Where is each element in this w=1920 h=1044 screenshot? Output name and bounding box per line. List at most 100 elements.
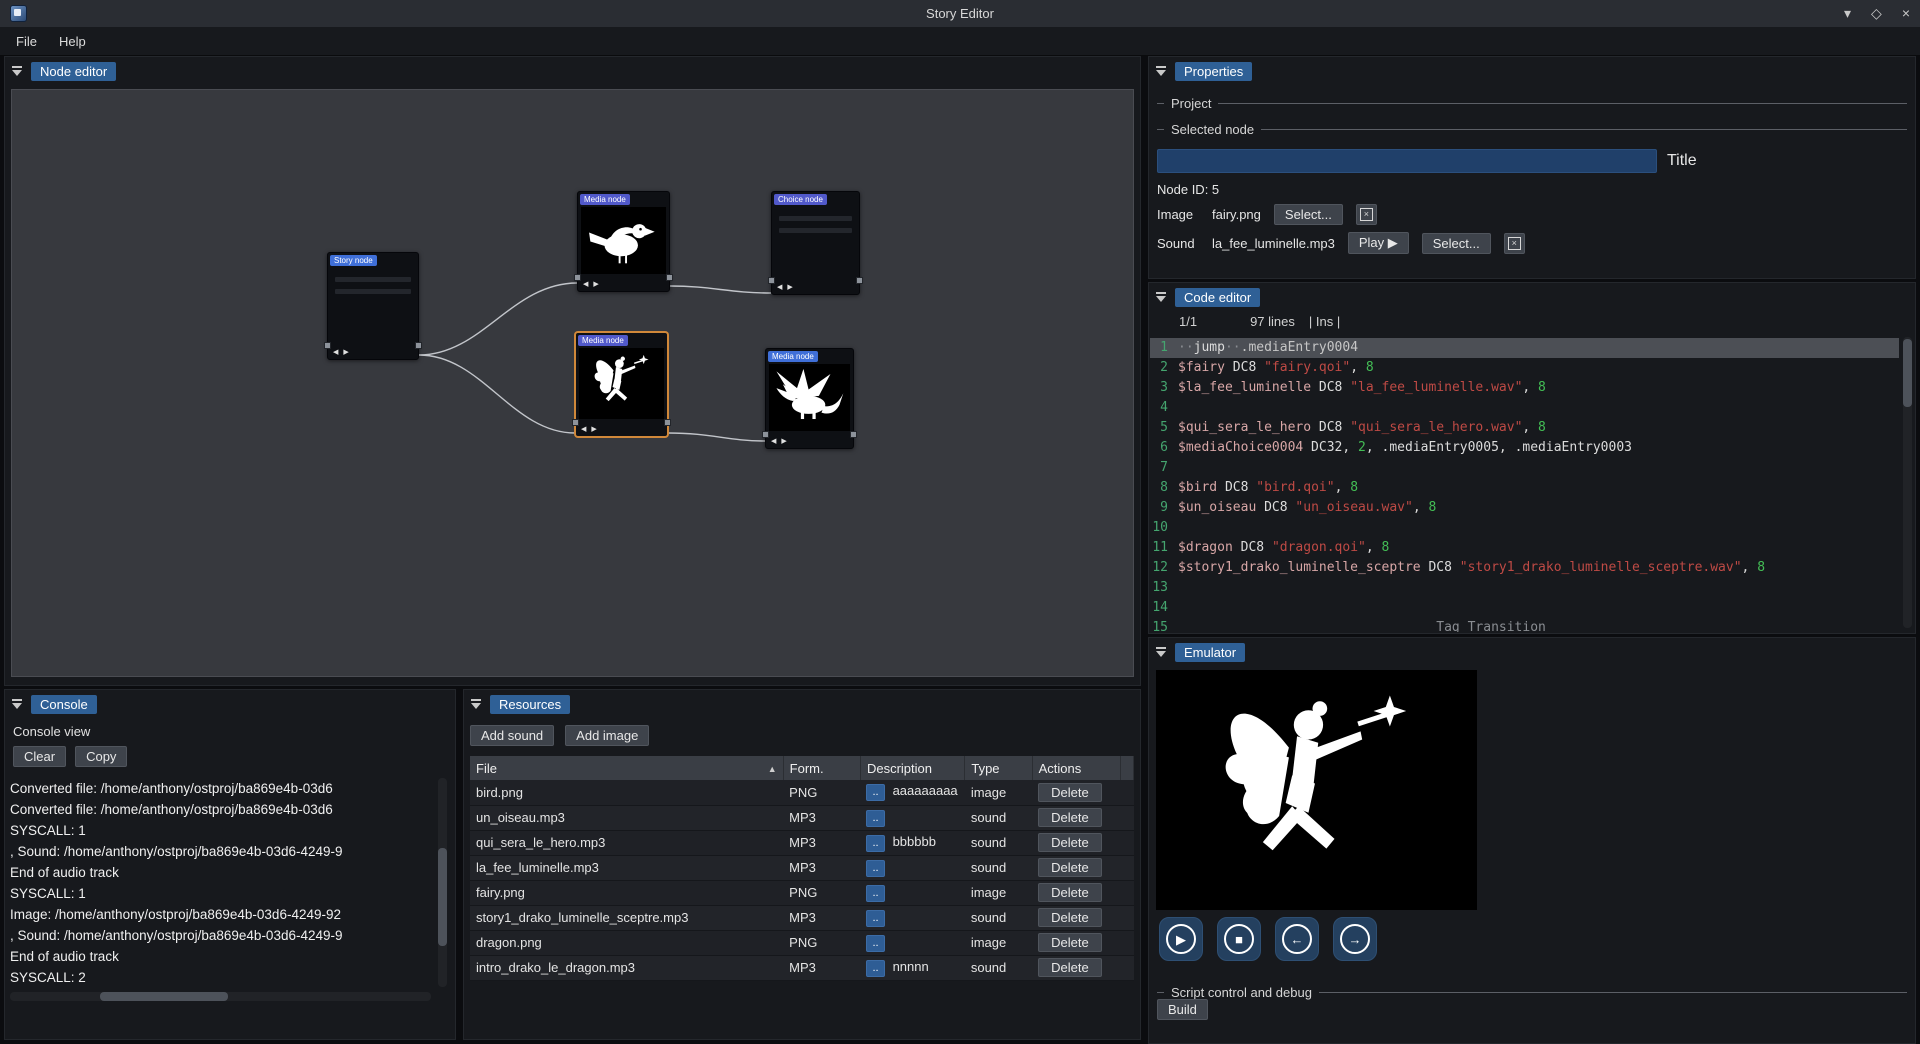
output-port[interactable] <box>415 342 422 349</box>
delete-button[interactable]: Delete <box>1038 958 1102 977</box>
code-line[interactable]: 10 <box>1150 518 1899 538</box>
code-lines[interactable]: 1··jump··.mediaEntry00042$fairy DC8 "fai… <box>1150 335 1899 632</box>
delete-button[interactable]: Delete <box>1038 833 1102 852</box>
sound-play-button[interactable]: Play ▶ <box>1348 232 1409 254</box>
fairy-media-node[interactable]: Media node◀▶ <box>575 332 668 437</box>
menu-help[interactable]: Help <box>49 30 96 53</box>
edit-description-button[interactable]: .. <box>866 784 884 801</box>
column-header-format[interactable]: Form. <box>783 756 860 780</box>
node-next-icon[interactable]: ▶ <box>591 425 596 433</box>
console-vertical-scrollbar[interactable] <box>438 778 447 987</box>
input-port[interactable] <box>768 277 775 284</box>
column-header-actions[interactable]: Actions <box>1032 756 1120 780</box>
node-next-icon[interactable]: ▶ <box>593 280 598 288</box>
code-line[interactable]: 2$fairy DC8 "fairy.qoi", 8 <box>1150 358 1899 378</box>
input-port[interactable] <box>762 431 769 438</box>
input-port[interactable] <box>572 419 579 426</box>
delete-button[interactable]: Delete <box>1038 808 1102 827</box>
code-line[interactable]: 6$mediaChoice0004 DC32, 2, .mediaEntry00… <box>1150 438 1899 458</box>
sound-clear-button[interactable]: × <box>1504 233 1525 254</box>
maximize-icon[interactable]: ◇ <box>1871 0 1882 27</box>
clear-button[interactable]: Clear <box>13 746 66 767</box>
resource-row[interactable]: qui_sera_le_hero.mp3MP3..bbbbbbsoundDele… <box>470 830 1134 855</box>
edit-description-button[interactable]: .. <box>866 810 884 827</box>
code-line[interactable]: 7 <box>1150 458 1899 478</box>
code-line[interactable]: 4 <box>1150 398 1899 418</box>
delete-button[interactable]: Delete <box>1038 883 1102 902</box>
input-port[interactable] <box>324 342 331 349</box>
collapse-icon[interactable] <box>1155 66 1167 76</box>
edit-description-button[interactable]: .. <box>866 910 884 927</box>
collapse-icon[interactable] <box>1155 647 1167 657</box>
collapse-icon[interactable] <box>1155 292 1167 302</box>
resource-row[interactable]: fairy.pngPNG..imageDelete <box>470 880 1134 905</box>
node-prev-icon[interactable]: ◀ <box>771 437 776 445</box>
dragon-media-node[interactable]: Media node◀▶ <box>765 348 854 449</box>
node-next-icon[interactable]: ▶ <box>781 437 786 445</box>
output-port[interactable] <box>664 419 671 426</box>
add-sound-button[interactable]: Add sound <box>470 725 554 746</box>
edit-description-button[interactable]: .. <box>866 860 884 877</box>
code-line[interactable]: 12$story1_drako_luminelle_sceptre DC8 "s… <box>1150 558 1899 578</box>
image-clear-button[interactable]: × <box>1356 204 1377 225</box>
node-prev-icon[interactable]: ◀ <box>777 283 782 291</box>
image-select-button[interactable]: Select... <box>1274 204 1343 225</box>
code-line[interactable]: 13 <box>1150 578 1899 598</box>
play-button[interactable]: ▶ <box>1159 917 1203 961</box>
column-header-description[interactable]: Description <box>860 756 964 780</box>
add-image-button[interactable]: Add image <box>565 725 649 746</box>
step-forward-button[interactable]: → <box>1333 917 1377 961</box>
edit-description-button[interactable]: .. <box>866 885 884 902</box>
output-port[interactable] <box>850 431 857 438</box>
scrollbar-thumb[interactable] <box>1903 339 1912 407</box>
node-next-icon[interactable]: ▶ <box>343 348 348 356</box>
edit-description-button[interactable]: .. <box>866 835 884 852</box>
code-vertical-scrollbar[interactable] <box>1903 337 1912 628</box>
collapse-icon[interactable] <box>11 66 23 76</box>
column-header-type[interactable]: Type <box>965 756 1032 780</box>
resource-row[interactable]: un_oiseau.mp3MP3..soundDelete <box>470 805 1134 830</box>
bird-media-node[interactable]: Media node◀▶ <box>577 191 670 292</box>
console-horizontal-scrollbar[interactable] <box>10 992 431 1001</box>
code-line[interactable]: 14 <box>1150 598 1899 618</box>
node-next-icon[interactable]: ▶ <box>787 283 792 291</box>
edit-description-button[interactable]: .. <box>866 935 884 952</box>
output-port[interactable] <box>666 274 673 281</box>
node-prev-icon[interactable]: ◀ <box>583 280 588 288</box>
delete-button[interactable]: Delete <box>1038 858 1102 877</box>
choice-node[interactable]: Choice node◀▶ <box>771 191 860 295</box>
code-line[interactable]: 5$qui_sera_le_hero DC8 "qui_sera_le_hero… <box>1150 418 1899 438</box>
minimize-icon[interactable]: ▾ <box>1844 0 1851 27</box>
scrollbar-thumb[interactable] <box>438 848 447 946</box>
code-line[interactable]: 11$dragon DC8 "dragon.qoi", 8 <box>1150 538 1899 558</box>
menu-file[interactable]: File <box>6 30 47 53</box>
code-line[interactable]: 15 Tag Transition <box>1150 618 1899 632</box>
node-title-input[interactable] <box>1157 149 1657 173</box>
story-node[interactable]: Story node◀▶ <box>327 252 419 360</box>
resource-row[interactable]: story1_drako_luminelle_sceptre.mp3MP3..s… <box>470 905 1134 930</box>
resource-row[interactable]: dragon.pngPNG..imageDelete <box>470 930 1134 955</box>
code-line[interactable]: 8$bird DC8 "bird.qoi", 8 <box>1150 478 1899 498</box>
delete-button[interactable]: Delete <box>1038 783 1102 802</box>
node-prev-icon[interactable]: ◀ <box>581 425 586 433</box>
scrollbar-thumb[interactable] <box>100 992 228 1001</box>
collapse-icon[interactable] <box>470 699 482 709</box>
resource-row[interactable]: intro_drako_le_dragon.mp3MP3..nnnnnsound… <box>470 955 1134 980</box>
delete-button[interactable]: Delete <box>1038 908 1102 927</box>
code-line[interactable]: 9$un_oiseau DC8 "un_oiseau.wav", 8 <box>1150 498 1899 518</box>
column-header-file[interactable]: File▲ <box>470 756 783 780</box>
node-canvas[interactable]: Story node◀▶Media node◀▶Choice node◀▶Med… <box>11 89 1134 677</box>
build-button[interactable]: Build <box>1157 999 1208 1020</box>
edit-description-button[interactable]: .. <box>866 960 884 977</box>
close-icon[interactable]: × <box>1902 0 1910 27</box>
delete-button[interactable]: Delete <box>1038 933 1102 952</box>
stop-button[interactable]: ■ <box>1217 917 1261 961</box>
input-port[interactable] <box>574 274 581 281</box>
console-log[interactable]: Converted file: /home/anthony/ostproj/ba… <box>10 778 431 987</box>
output-port[interactable] <box>856 277 863 284</box>
code-line[interactable]: 3$la_fee_luminelle DC8 "la_fee_luminelle… <box>1150 378 1899 398</box>
node-prev-icon[interactable]: ◀ <box>333 348 338 356</box>
resource-row[interactable]: bird.pngPNG..aaaaaaaaaimageDelete <box>470 780 1134 805</box>
step-back-button[interactable]: ← <box>1275 917 1319 961</box>
collapse-icon[interactable] <box>11 699 23 709</box>
